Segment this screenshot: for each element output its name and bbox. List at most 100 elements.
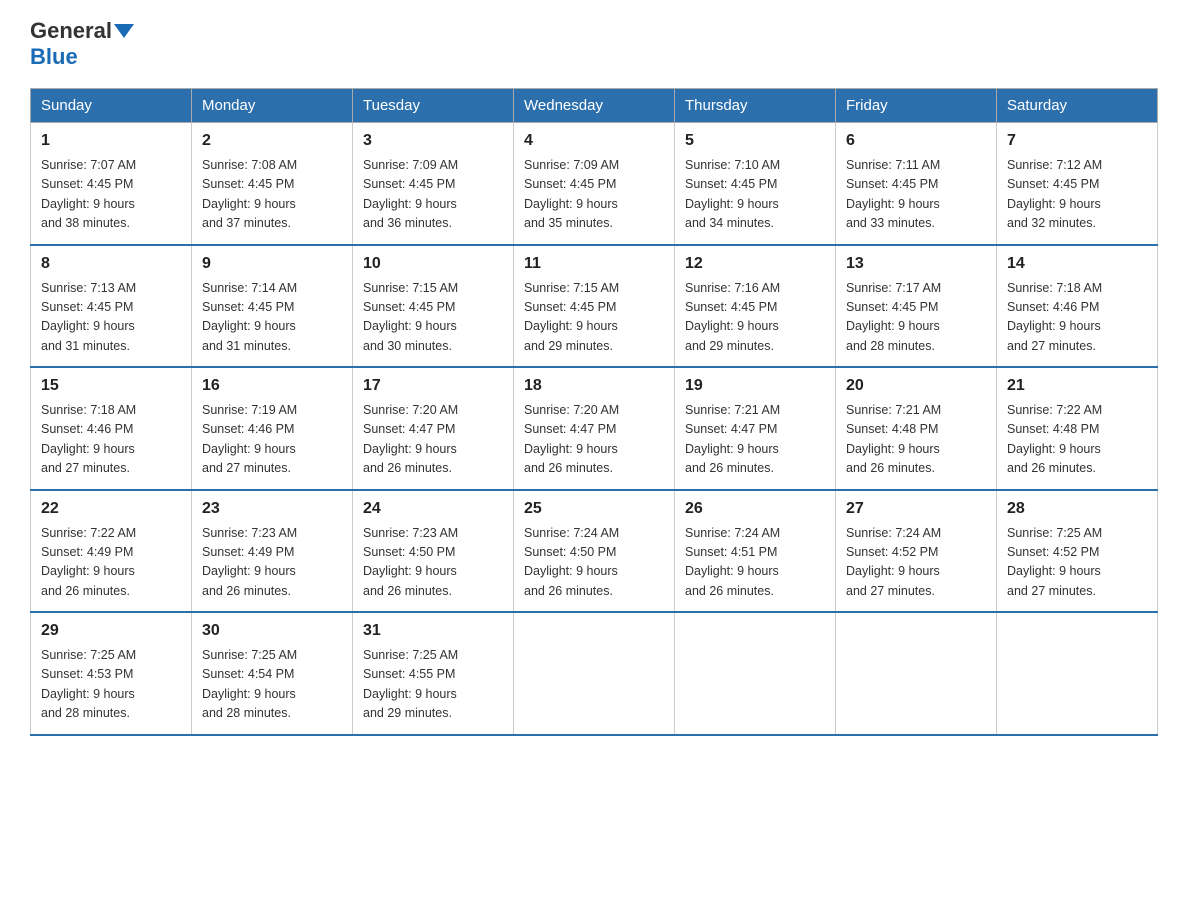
day-info: Sunrise: 7:22 AMSunset: 4:48 PMDaylight:…	[1007, 401, 1147, 479]
calendar-cell: 4Sunrise: 7:09 AMSunset: 4:45 PMDaylight…	[514, 123, 675, 245]
calendar-cell: 23 Sunrise: 7:23 AMSunset: 4:49 PMDayligh…	[192, 490, 353, 613]
week-row-1: 1 Sunrise: 7:07 AMSunset: 4:45 PMDaylight…	[31, 123, 1158, 245]
calendar-cell: 30 Sunrise: 7:25 AMSunset: 4:54 PMDayligh…	[192, 612, 353, 735]
calendar-cell: 14 Sunrise: 7:18 AMSunset: 4:46 PMDayligh…	[997, 245, 1158, 368]
calendar-cell: 20Sunrise: 7:21 AMSunset: 4:48 PMDayligh…	[836, 367, 997, 490]
day-number: 12	[685, 252, 825, 276]
day-info: Sunrise: 7:14 AMSunset: 4:45 PMDaylight:…	[202, 279, 342, 357]
day-number: 20	[846, 374, 986, 398]
day-info: Sunrise: 7:12 AMSunset: 4:45 PMDaylight:…	[1007, 156, 1147, 234]
day-number: 26	[685, 497, 825, 521]
weekday-header-thursday: Thursday	[675, 89, 836, 123]
day-number: 22	[41, 497, 181, 521]
page-header: General Blue	[30, 20, 1158, 70]
day-info: Sunrise: 7:24 AMSunset: 4:50 PMDaylight:…	[524, 524, 664, 602]
calendar-cell: 7 Sunrise: 7:12 AMSunset: 4:45 PMDaylight…	[997, 123, 1158, 245]
day-info: Sunrise: 7:25 AMSunset: 4:52 PMDaylight:…	[1007, 524, 1147, 602]
day-info: Sunrise: 7:23 AMSunset: 4:50 PMDaylight:…	[363, 524, 503, 602]
day-info: Sunrise: 7:16 AMSunset: 4:45 PMDaylight:…	[685, 279, 825, 357]
day-number: 24	[363, 497, 503, 521]
day-info: Sunrise: 7:18 AMSunset: 4:46 PMDaylight:…	[1007, 279, 1147, 357]
day-info: Sunrise: 7:15 AMSunset: 4:45 PMDaylight:…	[524, 279, 664, 357]
day-number: 6	[846, 129, 986, 153]
calendar-cell: 17Sunrise: 7:20 AMSunset: 4:47 PMDayligh…	[353, 367, 514, 490]
calendar-cell: 19Sunrise: 7:21 AMSunset: 4:47 PMDayligh…	[675, 367, 836, 490]
day-number: 11	[524, 252, 664, 276]
calendar-cell: 25 Sunrise: 7:24 AMSunset: 4:50 PMDayligh…	[514, 490, 675, 613]
calendar-cell: 22 Sunrise: 7:22 AMSunset: 4:49 PMDayligh…	[31, 490, 192, 613]
day-info: Sunrise: 7:11 AMSunset: 4:45 PMDaylight:…	[846, 156, 986, 234]
weekday-header-friday: Friday	[836, 89, 997, 123]
logo-general: General	[30, 20, 112, 42]
day-number: 21	[1007, 374, 1147, 398]
day-number: 10	[363, 252, 503, 276]
day-info: Sunrise: 7:19 AMSunset: 4:46 PMDaylight:…	[202, 401, 342, 479]
logo-blue: Blue	[30, 44, 78, 70]
day-number: 27	[846, 497, 986, 521]
weekday-header-sunday: Sunday	[31, 89, 192, 123]
calendar-cell: 27Sunrise: 7:24 AMSunset: 4:52 PMDayligh…	[836, 490, 997, 613]
day-number: 14	[1007, 252, 1147, 276]
weekday-header-wednesday: Wednesday	[514, 89, 675, 123]
calendar-cell: 11 Sunrise: 7:15 AMSunset: 4:45 PMDayligh…	[514, 245, 675, 368]
day-info: Sunrise: 7:09 AMSunset: 4:45 PMDaylight:…	[524, 156, 664, 234]
calendar-cell: 29 Sunrise: 7:25 AMSunset: 4:53 PMDayligh…	[31, 612, 192, 735]
day-number: 23	[202, 497, 342, 521]
calendar-cell: 3Sunrise: 7:09 AMSunset: 4:45 PMDaylight…	[353, 123, 514, 245]
calendar-cell	[997, 612, 1158, 735]
day-info: Sunrise: 7:20 AMSunset: 4:47 PMDaylight:…	[363, 401, 503, 479]
calendar-cell: 6 Sunrise: 7:11 AMSunset: 4:45 PMDaylight…	[836, 123, 997, 245]
calendar-cell: 9 Sunrise: 7:14 AMSunset: 4:45 PMDaylight…	[192, 245, 353, 368]
day-number: 9	[202, 252, 342, 276]
day-number: 16	[202, 374, 342, 398]
calendar-cell: 13Sunrise: 7:17 AMSunset: 4:45 PMDayligh…	[836, 245, 997, 368]
calendar-cell: 2Sunrise: 7:08 AMSunset: 4:45 PMDaylight…	[192, 123, 353, 245]
calendar-cell: 10 Sunrise: 7:15 AMSunset: 4:45 PMDayligh…	[353, 245, 514, 368]
day-number: 31	[363, 619, 503, 643]
weekday-header-row: SundayMondayTuesdayWednesdayThursdayFrid…	[31, 89, 1158, 123]
day-number: 7	[1007, 129, 1147, 153]
calendar-cell	[675, 612, 836, 735]
day-info: Sunrise: 7:08 AMSunset: 4:45 PMDaylight:…	[202, 156, 342, 234]
calendar-cell: 16 Sunrise: 7:19 AMSunset: 4:46 PMDayligh…	[192, 367, 353, 490]
week-row-5: 29 Sunrise: 7:25 AMSunset: 4:53 PMDayligh…	[31, 612, 1158, 735]
calendar-cell: 1 Sunrise: 7:07 AMSunset: 4:45 PMDaylight…	[31, 123, 192, 245]
day-info: Sunrise: 7:22 AMSunset: 4:49 PMDaylight:…	[41, 524, 181, 602]
day-info: Sunrise: 7:13 AMSunset: 4:45 PMDaylight:…	[41, 279, 181, 357]
day-number: 13	[846, 252, 986, 276]
day-number: 19	[685, 374, 825, 398]
calendar-cell	[514, 612, 675, 735]
calendar-cell: 15Sunrise: 7:18 AMSunset: 4:46 PMDayligh…	[31, 367, 192, 490]
week-row-2: 8Sunrise: 7:13 AMSunset: 4:45 PMDaylight…	[31, 245, 1158, 368]
calendar-cell: 18Sunrise: 7:20 AMSunset: 4:47 PMDayligh…	[514, 367, 675, 490]
day-info: Sunrise: 7:25 AMSunset: 4:55 PMDaylight:…	[363, 646, 503, 724]
calendar-cell	[836, 612, 997, 735]
day-info: Sunrise: 7:25 AMSunset: 4:54 PMDaylight:…	[202, 646, 342, 724]
day-info: Sunrise: 7:23 AMSunset: 4:49 PMDaylight:…	[202, 524, 342, 602]
day-info: Sunrise: 7:09 AMSunset: 4:45 PMDaylight:…	[363, 156, 503, 234]
calendar-cell: 21 Sunrise: 7:22 AMSunset: 4:48 PMDayligh…	[997, 367, 1158, 490]
weekday-header-monday: Monday	[192, 89, 353, 123]
calendar-table: SundayMondayTuesdayWednesdayThursdayFrid…	[30, 88, 1158, 736]
day-number: 18	[524, 374, 664, 398]
day-info: Sunrise: 7:10 AMSunset: 4:45 PMDaylight:…	[685, 156, 825, 234]
day-number: 15	[41, 374, 181, 398]
logo-triangle-icon	[114, 24, 134, 38]
day-info: Sunrise: 7:07 AMSunset: 4:45 PMDaylight:…	[41, 156, 181, 234]
calendar-cell: 5Sunrise: 7:10 AMSunset: 4:45 PMDaylight…	[675, 123, 836, 245]
week-row-4: 22 Sunrise: 7:22 AMSunset: 4:49 PMDayligh…	[31, 490, 1158, 613]
weekday-header-tuesday: Tuesday	[353, 89, 514, 123]
day-info: Sunrise: 7:25 AMSunset: 4:53 PMDaylight:…	[41, 646, 181, 724]
day-number: 29	[41, 619, 181, 643]
logo: General Blue	[30, 20, 134, 70]
day-number: 1	[41, 129, 181, 153]
day-number: 30	[202, 619, 342, 643]
day-number: 25	[524, 497, 664, 521]
calendar-cell: 28 Sunrise: 7:25 AMSunset: 4:52 PMDayligh…	[997, 490, 1158, 613]
calendar-cell: 8Sunrise: 7:13 AMSunset: 4:45 PMDaylight…	[31, 245, 192, 368]
day-info: Sunrise: 7:15 AMSunset: 4:45 PMDaylight:…	[363, 279, 503, 357]
week-row-3: 15Sunrise: 7:18 AMSunset: 4:46 PMDayligh…	[31, 367, 1158, 490]
calendar-cell: 24 Sunrise: 7:23 AMSunset: 4:50 PMDayligh…	[353, 490, 514, 613]
calendar-cell: 31 Sunrise: 7:25 AMSunset: 4:55 PMDayligh…	[353, 612, 514, 735]
day-number: 28	[1007, 497, 1147, 521]
